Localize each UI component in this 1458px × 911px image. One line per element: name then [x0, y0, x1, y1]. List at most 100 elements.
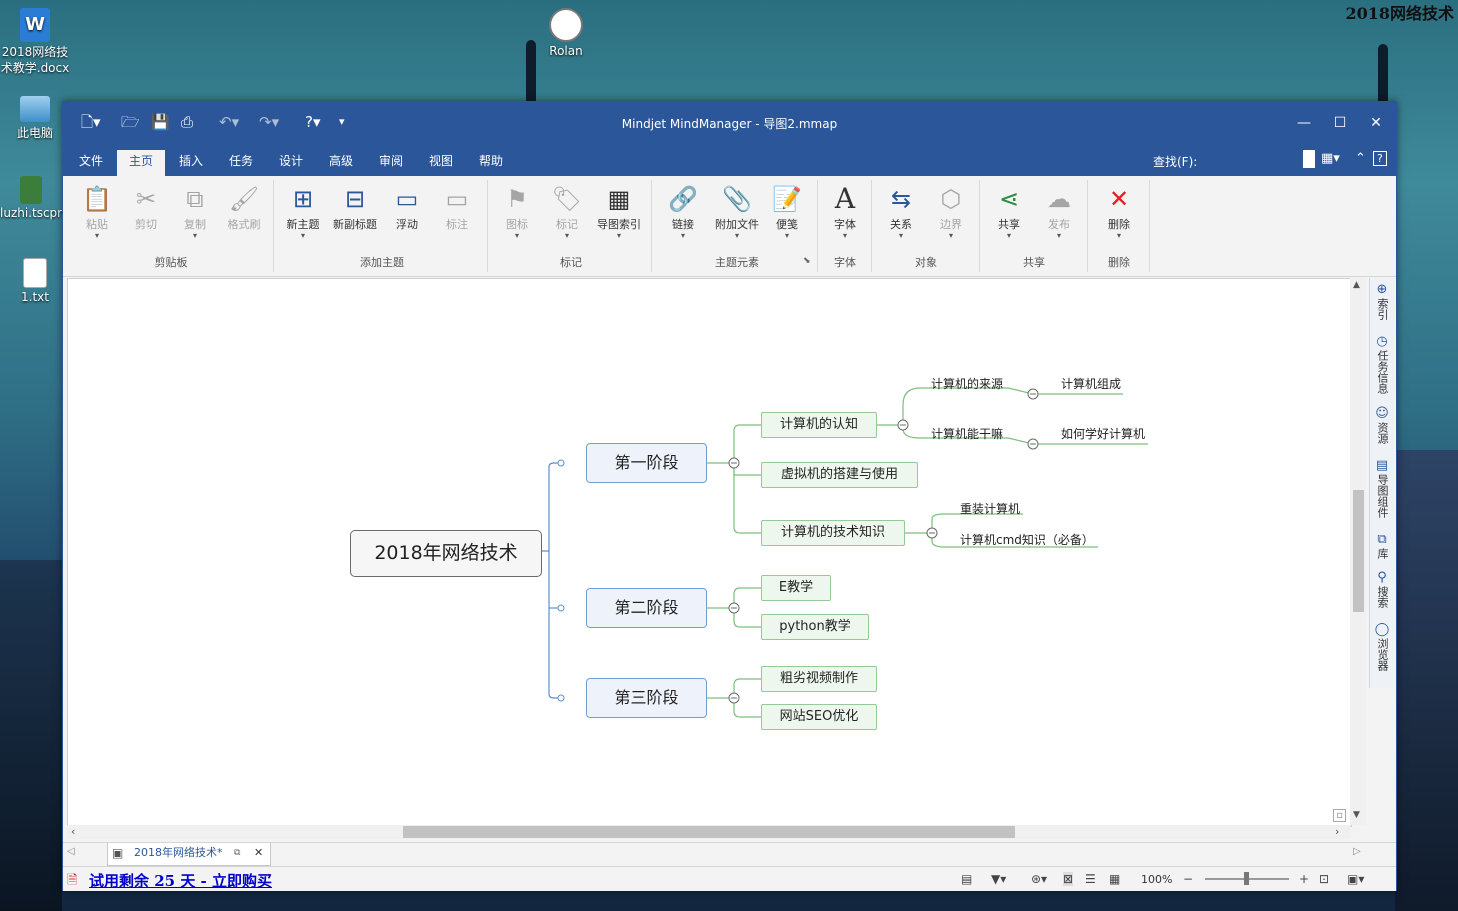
copy-button[interactable]: ⧉ 复制 ▾	[169, 182, 221, 248]
tab-design[interactable]: 设计	[267, 150, 315, 176]
side-tab-label: 索引	[1376, 298, 1389, 320]
side-tab-resources[interactable]: ☺ 资源	[1372, 407, 1392, 447]
central-topic[interactable]: 2018年网络技术	[350, 530, 542, 577]
cut-button[interactable]: ✂ 剪切	[120, 182, 172, 248]
leaf-topic[interactable]: 计算机cmd知识（必备）	[960, 531, 1094, 550]
detach-tab-icon[interactable]: ⧉	[234, 843, 240, 863]
desktop-icon-txt[interactable]: 1.txt	[0, 258, 70, 304]
map-canvas[interactable]: 2018年网络技术 第一阶段 第二阶段 第三阶段 计算机的认知 虚拟机的搭建与使…	[67, 278, 1352, 827]
notes-button[interactable]: 📝 便笺 ▾	[761, 182, 813, 248]
scroll-left-icon[interactable]: ‹	[71, 825, 75, 838]
delete-button[interactable]: ✕ 删除 ▾	[1093, 182, 1145, 248]
scroll-right-icon[interactable]: ›	[1335, 825, 1339, 838]
subtopic[interactable]: 计算机的技术知识	[761, 520, 905, 546]
document-tab[interactable]: ▣ 2018年网络技术* ⧉ ✕	[107, 843, 271, 866]
tab-file[interactable]: 文件	[67, 150, 115, 176]
vertical-scrollbar[interactable]: ▲ ▼	[1350, 278, 1366, 825]
find-dropdown[interactable]	[1303, 150, 1315, 168]
boundary-button[interactable]: ⬡ 边界 ▾	[925, 182, 977, 248]
tab-review[interactable]: 审阅	[367, 150, 415, 176]
view-options-icon[interactable]: ▣▾	[1347, 872, 1364, 886]
horizontal-scroll-thumb[interactable]	[403, 826, 1015, 838]
tab-task[interactable]: 任务	[217, 150, 265, 176]
title-bar: 🗋▾ 🗁 💾 ⎙ ↶▾ ↷▾ ?▾ ▾ Mindjet MindManager …	[63, 102, 1396, 144]
main-topic[interactable]: 第二阶段	[586, 588, 707, 628]
publish-button[interactable]: ☁ 发布 ▾	[1033, 182, 1085, 248]
icons-button[interactable]: ⚑ 图标 ▾	[491, 182, 543, 248]
subtopic[interactable]: 网站SEO优化	[761, 704, 877, 730]
close-button[interactable]: ✕	[1361, 112, 1391, 134]
horizontal-scrollbar[interactable]: ‹ ›	[67, 825, 1350, 839]
leaf-topic[interactable]: 重装计算机	[960, 500, 1020, 519]
outline-view-icon[interactable]: ▤	[961, 872, 972, 886]
side-tab-task-info[interactable]: ◷ 任务信息	[1372, 335, 1392, 397]
format-painter-button[interactable]: 🖌 格式刷	[218, 182, 270, 248]
new-topic-button[interactable]: ⊞ 新主题 ▾	[277, 182, 329, 248]
maximize-button[interactable]: ☐	[1325, 112, 1355, 134]
list-view-icon[interactable]: ☰	[1085, 872, 1096, 886]
copy-label: 复制	[184, 218, 206, 231]
filter-icon[interactable]: ▼▾	[991, 872, 1006, 886]
desktop-icon-rolan[interactable]: Rolan	[531, 8, 601, 58]
paste-button[interactable]: 📋 粘贴 ▾	[71, 182, 123, 248]
zoom-slider-thumb[interactable]	[1244, 872, 1249, 885]
close-tab-icon[interactable]: ✕	[254, 843, 263, 863]
side-tab-browser[interactable]: ◯ 浏览器	[1372, 622, 1392, 674]
layout-icon[interactable]: ▦▾	[1321, 151, 1340, 166]
tabs-scroll-right-icon[interactable]: ▷	[1353, 846, 1361, 857]
buy-now-link[interactable]: 试用剩余 25 天 - 立即购买	[89, 870, 272, 891]
help-icon[interactable]: ?	[1373, 151, 1387, 166]
tab-view[interactable]: 视图	[417, 150, 465, 176]
minimize-button[interactable]: —	[1289, 112, 1319, 134]
share-button[interactable]: ⋖ 共享 ▾	[983, 182, 1035, 248]
map-index-button[interactable]: ▦ 导图索引 ▾	[591, 182, 647, 248]
fit-map-icon[interactable]: ⊡	[1319, 872, 1329, 886]
tags-button[interactable]: 🏷 标记 ▾	[541, 182, 593, 248]
side-tab-search[interactable]: ⚲ 搜索	[1372, 571, 1392, 611]
tabs-scroll-left-icon[interactable]: ◁	[67, 846, 75, 857]
tab-advanced[interactable]: 高级	[317, 150, 365, 176]
share-label: 共享	[998, 218, 1020, 231]
tab-help[interactable]: 帮助	[467, 150, 515, 176]
leaf-topic[interactable]: 计算机能干嘛	[931, 425, 1003, 444]
browser-icon: ◯	[1374, 622, 1390, 637]
calendar-view-icon[interactable]: ▦	[1109, 872, 1120, 886]
subtopic[interactable]: python教学	[761, 614, 869, 640]
collapse-ribbon-icon[interactable]: ⌃	[1355, 151, 1366, 166]
font-button[interactable]: A 字体 ▾	[819, 182, 871, 248]
zoom-out-icon[interactable]: −	[1183, 872, 1193, 886]
side-tab-library[interactable]: ⧉ 库	[1372, 533, 1392, 562]
leaf-topic[interactable]: 如何学好计算机	[1061, 425, 1145, 444]
side-tab-index[interactable]: ⊕ 索引	[1372, 283, 1392, 323]
floating-topic-button[interactable]: ▭ 浮动	[381, 182, 433, 248]
link-button[interactable]: 🔗 链接 ▾	[657, 182, 709, 248]
subtopic[interactable]: E教学	[761, 575, 831, 601]
subtopic[interactable]: 粗劣视频制作	[761, 666, 877, 692]
desktop-icon-this-pc[interactable]: 此电脑	[0, 92, 70, 141]
subtopic[interactable]: 计算机的认知	[761, 412, 877, 438]
scroll-down-icon[interactable]: ▼	[1353, 810, 1360, 820]
dialog-launcher-icon[interactable]: ⬊	[803, 256, 811, 266]
subtopic[interactable]: 虚拟机的搭建与使用	[761, 462, 918, 488]
floating-topic-icon: ▭	[395, 185, 419, 213]
main-topic[interactable]: 第三阶段	[586, 678, 707, 718]
leaf-topic[interactable]: 计算机的来源	[931, 375, 1003, 394]
tab-insert[interactable]: 插入	[167, 150, 215, 176]
ribbon-divider	[979, 180, 980, 272]
desktop-icon-word-doc[interactable]: W 2018网络技 术教学.docx	[0, 8, 70, 76]
zoom-in-icon[interactable]: +	[1299, 872, 1309, 886]
main-topic[interactable]: 第一阶段	[586, 443, 707, 483]
tab-home[interactable]: 主页	[117, 150, 166, 176]
relationship-button[interactable]: ⇆ 关系 ▾	[875, 182, 927, 248]
attach-file-button[interactable]: 📎 附加文件 ▾	[709, 182, 765, 248]
scroll-up-icon[interactable]: ▲	[1353, 280, 1360, 290]
focus-icon[interactable]: ⊛▾	[1031, 872, 1047, 886]
desktop-icon-luzhi[interactable]: luzhi.tscpro	[0, 176, 62, 220]
map-view-icon[interactable]: ⊠	[1063, 872, 1074, 886]
vertical-scroll-thumb[interactable]	[1353, 490, 1364, 612]
map-overview-icon[interactable]: ▫	[1333, 809, 1346, 822]
new-subtopic-button[interactable]: ⊟ 新副标题	[329, 182, 381, 248]
leaf-topic[interactable]: 计算机组成	[1061, 375, 1121, 394]
callout-button[interactable]: ▭ 标注	[431, 182, 483, 248]
side-tab-map-parts[interactable]: ▤ 导图组件	[1372, 459, 1392, 521]
